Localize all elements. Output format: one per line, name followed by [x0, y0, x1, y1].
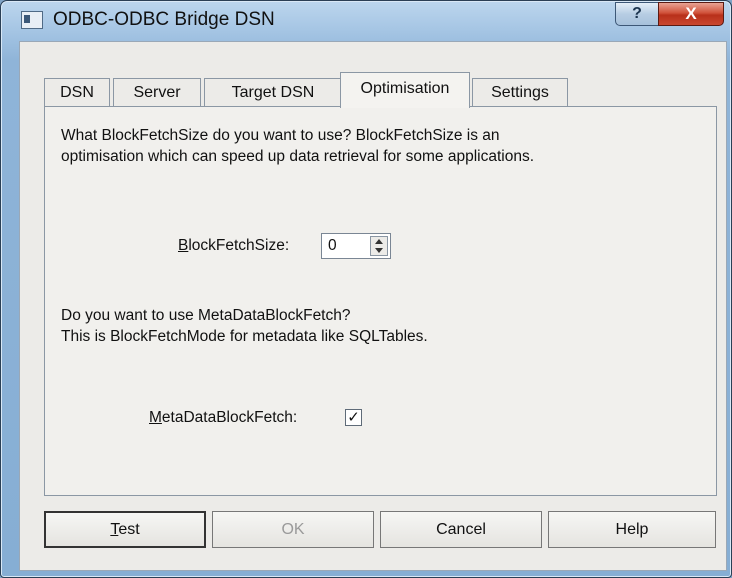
metadata-description-line1: Do you want to use MetaDataBlockFetch?	[61, 307, 351, 324]
metadatablockfetch-checkbox[interactable]: ✓	[345, 409, 362, 426]
help-button[interactable]: Help	[548, 511, 716, 548]
dialog-client-area: DSN Server Target DSN Optimisation Setti…	[19, 41, 727, 571]
metadatablockfetch-label-text: etaDataBlockFetch:	[161, 409, 298, 426]
spin-up-arrow-icon[interactable]	[375, 239, 383, 244]
optimisation-panel: What BlockFetchSize do you want to use? …	[44, 106, 717, 496]
metadata-description-line2: This is BlockFetchMode for metadata like…	[61, 328, 428, 345]
metadatablockfetch-mnemonic: M	[149, 409, 162, 426]
tab-settings[interactable]: Settings	[472, 78, 568, 107]
checkmark-icon: ✓	[347, 409, 360, 426]
metadatablockfetch-label: MetaDataBlockFetch:	[149, 409, 297, 427]
help-title-button[interactable]: ?	[615, 2, 659, 26]
tab-optimisation[interactable]: Optimisation	[340, 72, 470, 108]
blockfetchsize-spinner[interactable]	[370, 236, 388, 256]
title-bar[interactable]: ODBC-ODBC Bridge DSN ? X	[1, 1, 731, 41]
tab-dsn[interactable]: DSN	[44, 78, 110, 107]
tab-target-dsn[interactable]: Target DSN	[204, 78, 342, 107]
blockfetchsize-label-text: lockFetchSize:	[188, 237, 290, 254]
blockfetchsize-label: BlockFetchSize:	[178, 237, 289, 255]
test-button[interactable]: Test	[44, 511, 206, 548]
blockfetchsize-value: 0	[328, 237, 337, 254]
blockfetch-description-line2: optimisation which can speed up data ret…	[61, 148, 535, 165]
ok-button[interactable]: OK	[212, 511, 374, 548]
dialog-window: ODBC-ODBC Bridge DSN ? X DSN Server Targ…	[0, 0, 732, 578]
blockfetchsize-mnemonic: B	[178, 237, 189, 254]
window-title: ODBC-ODBC Bridge DSN	[53, 9, 275, 30]
test-button-text: est	[118, 521, 140, 538]
close-button[interactable]: X	[658, 2, 724, 26]
cancel-button[interactable]: Cancel	[380, 511, 542, 548]
blockfetchsize-input[interactable]: 0	[321, 233, 391, 259]
window-app-icon	[21, 11, 43, 29]
blockfetch-description-line1: What BlockFetchSize do you want to use? …	[61, 127, 500, 144]
spin-down-arrow-icon[interactable]	[375, 248, 383, 253]
tab-server[interactable]: Server	[113, 78, 201, 107]
